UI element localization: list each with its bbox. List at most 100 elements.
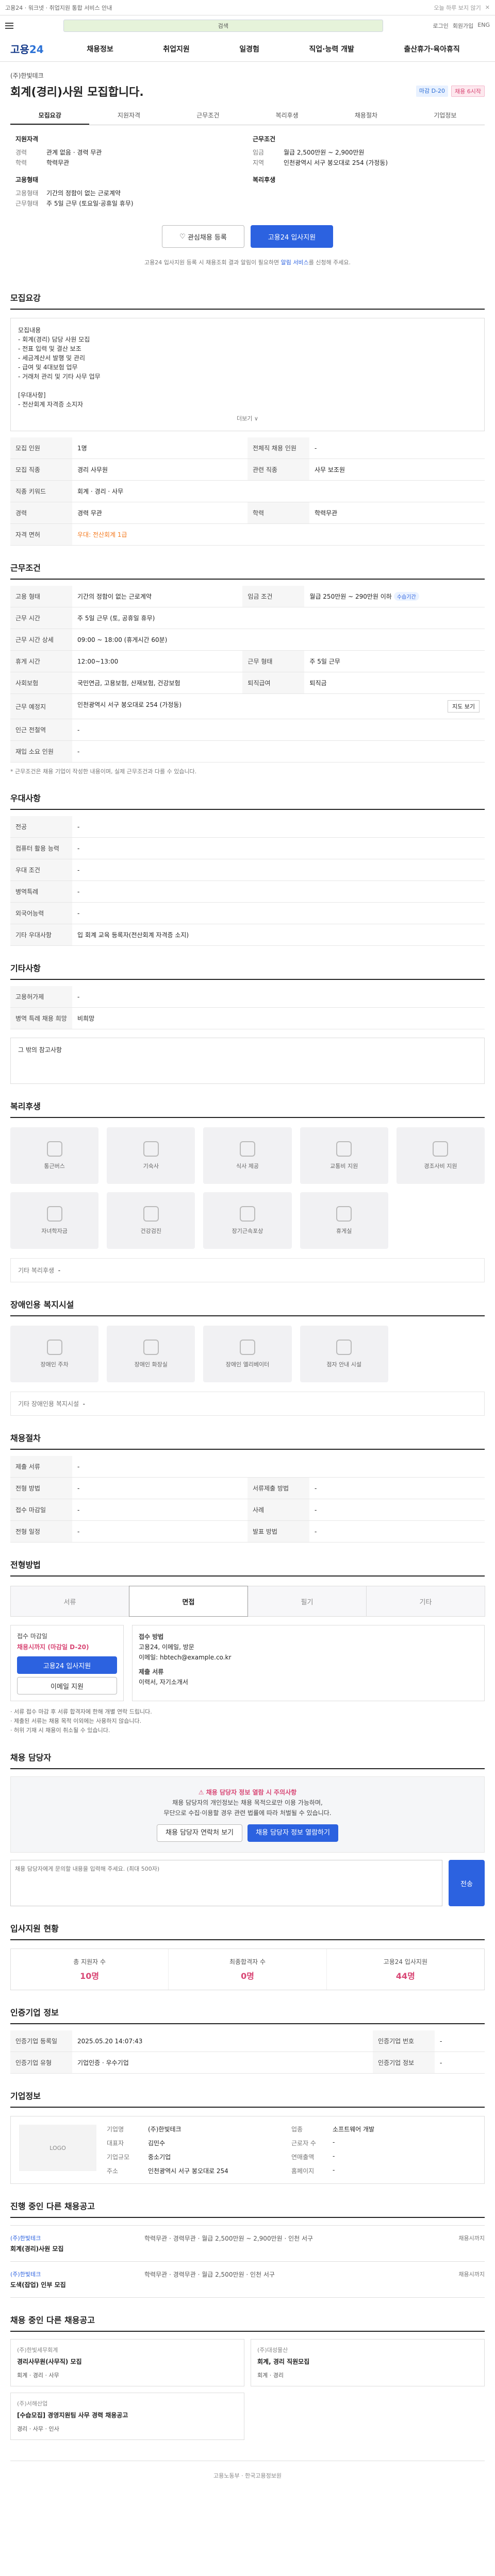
applicant-counts: 총 지원자 수 10명 최종합격자 수 0명 고용24 입사지원 44명 xyxy=(10,1948,485,1990)
recruit-table: 모집 인원 1명 전체직 채용 인원 - 모집 직종 경리 사무원 관련 직종 사무 보조원… xyxy=(10,437,485,546)
apply-button[interactable]: 고용24 입사지원 xyxy=(251,225,333,248)
parking-icon xyxy=(46,1340,62,1355)
welfare-tile: 통근버스 xyxy=(10,1127,99,1184)
welfare-tile: 기숙사 xyxy=(107,1127,195,1184)
job-header: (주)한빛테크 회계(경리)사원 모집합니다. 마감 D-20 채용 6시작 xyxy=(10,62,485,99)
step-other: 기타 xyxy=(366,1586,485,1617)
section-disabled: 장애인용 복지시설 장애인 주차 장애인 화장실 장애인 엘리베이터 점자 안내… xyxy=(10,1298,485,1416)
apply-button-2[interactable]: 고용24 입사지원 xyxy=(17,1656,117,1674)
process-table: 제출 서류 - 전형 방법 - 서류제출 방법 - 접수 마감일 - 사례 - 전형 일정 - 발… xyxy=(10,1456,485,1543)
section-more-jobs: 채용 중인 다른 채용공고 (주)한빛세무회계 경리사무원(사무직) 모집 회계 ·… xyxy=(10,2313,485,2440)
etc-table: 고용허가제 - 병역 특례 채용 희망 비희망 xyxy=(10,986,485,1029)
count-total: 총 지원자 수 10명 xyxy=(11,1949,169,1990)
section-applicants: 입사지원 현황 총 지원자 수 10명 최종합격자 수 0명 고용24 입사지원 44… xyxy=(10,1922,485,1990)
welfare-tile: 경조사비 지원 xyxy=(396,1127,485,1184)
facility-tile: 점자 안내 시설 xyxy=(300,1326,388,1382)
braille-icon xyxy=(336,1340,352,1355)
gnb-item-leave[interactable]: 출산휴가·육아휴직 xyxy=(404,44,459,54)
language-link[interactable]: ENG xyxy=(477,22,490,30)
signup-link[interactable]: 회원가입 xyxy=(453,22,473,30)
gnb-item-training[interactable]: 직업·능력 개발 xyxy=(309,44,354,54)
welfare-tiles: 통근버스 기숙사 식사 제공 교통비 지원 경조사비 지원 자녀학자금 건강검진… xyxy=(10,1127,485,1249)
login-link[interactable]: 로그인 xyxy=(433,22,448,30)
restroom-icon xyxy=(143,1340,159,1355)
welfare-tile: 자녀학자금 xyxy=(10,1192,99,1249)
search-row: 검색 로그인 회원가입 ENG xyxy=(0,15,495,36)
intro-box: 모집내용 - 회계(경리) 담당 사원 모집 - 전표 입력 및 결산 보조 -… xyxy=(10,318,485,431)
company-name[interactable]: (주)한빛테크 xyxy=(10,71,485,80)
send-inquiry-button[interactable]: 전송 xyxy=(449,1860,485,1906)
list-item[interactable]: (주)한빛테크 회계(경리)사원 모집 학력무관 · 경력무관 · 월급 2,50… xyxy=(10,2226,485,2262)
history-table: 인증기업 등록일 2025.05.20 14:07:43 인증기업 번호 - 인증기업… xyxy=(10,2030,485,2074)
dormitory-icon xyxy=(143,1141,159,1157)
tab-company[interactable]: 기업정보 xyxy=(406,107,485,125)
gnb-item-experience[interactable]: 일경험 xyxy=(239,44,259,54)
tab-process[interactable]: 채용절차 xyxy=(326,107,405,125)
facility-tile: 장애인 주차 xyxy=(10,1326,99,1382)
banner-text: 고용24 · 워크넷 · 취업지원 통합 서비스 안내 xyxy=(5,4,112,11)
detail-tabs: 모집요강 지원자격 근무조건 복리후생 채용절차 기업정보 xyxy=(10,107,485,125)
disabled-other: 기타 장애인용 복지시설 - xyxy=(10,1392,485,1416)
section-process: 채용절차 제출 서류 - 전형 방법 - 서류제출 방법 - 접수 마감일 - 사례 - 전형… xyxy=(10,1431,485,1543)
apply-bullets: · 서류 접수 마감 후 서류 합격자에 한해 개별 연락 드립니다. · 제출… xyxy=(10,1708,152,1734)
section-company: 기업정보 LOGO 기업명 (주)한빛테크 업종 소프트웨어 개발 대표자 김민수 근로자… xyxy=(10,2089,485,2184)
transport-icon xyxy=(336,1141,352,1157)
conditions-table: 고용 형태 기간의 정함이 없는 근로계약 임금 조건 월급 250만원 ~ 290만… xyxy=(10,586,485,762)
welfare-tile: 건강검진 xyxy=(107,1192,195,1249)
gnb-menus: 채용정보 취업지원 일경험 직업·능력 개발 출산휴가·육아휴직 xyxy=(62,44,485,54)
heart-icon: ♡ xyxy=(179,232,188,241)
health-icon xyxy=(143,1206,159,1222)
tab-qualify[interactable]: 지원자격 xyxy=(89,107,168,125)
alert-service-link[interactable]: 알림 서비스 xyxy=(281,259,309,266)
section-steps: 전형방법 서류 면접 필기 기타 접수 마감일 채용시까지 (마감일 D-20)… xyxy=(10,1558,485,1735)
close-icon[interactable]: ✕ xyxy=(485,4,490,11)
list-item[interactable]: (주)한빛테크 도색(잡업) 인부 모집 학력무관 · 경력무관 · 월급 2,5… xyxy=(10,2262,485,2298)
apply-right: 접수 방법 고용24, 이메일, 방문 이메일: hbtech@example.… xyxy=(132,1625,485,1701)
tab-recruit[interactable]: 모집요강 xyxy=(10,107,90,125)
welfare-tile: 휴게실 xyxy=(300,1192,388,1249)
welfare-tile: 식사 제공 xyxy=(203,1127,292,1184)
deadline-text: 채용시까지 (마감일 D-20) xyxy=(17,1643,89,1651)
open-contact-button[interactable]: 채용 담당자 정보 열람하기 xyxy=(248,1824,338,1842)
job-card[interactable]: (주)대성물산 회계, 경리 직원모집 회계 · 경리 xyxy=(251,2339,485,2386)
banner-dismiss-today[interactable]: 오늘 하루 보지 않기 xyxy=(434,4,481,12)
tab-welfare[interactable]: 복리후생 xyxy=(248,107,326,125)
bus-icon xyxy=(46,1141,62,1157)
welfare-tile: 교통비 지원 xyxy=(300,1127,388,1184)
company-info: 기업명 (주)한빛테크 업종 소프트웨어 개발 대표자 김민수 근로자 수- 기업규모 중소… xyxy=(107,2126,375,2175)
site-logo[interactable]: 고용24 xyxy=(10,41,62,56)
save-job-button[interactable]: ♡ 관심채용 등록 xyxy=(162,225,244,248)
global-nav: 고용24 채용정보 취업지원 일경험 직업·능력 개발 출산휴가·육아휴직 xyxy=(0,36,495,62)
elevator-icon xyxy=(239,1340,255,1355)
search-input[interactable]: 검색 xyxy=(63,20,383,32)
gnb-item-jobs[interactable]: 채용정보 xyxy=(87,44,113,54)
gift-icon xyxy=(433,1141,449,1157)
other-job-list: (주)한빛테크 회계(경리)사원 모집 학력무관 · 경력무관 · 월급 2,50… xyxy=(10,2225,485,2298)
section-history: 인증기업 정보 인증기업 등록일 2025.05.20 14:07:43 인증기업 … xyxy=(10,2006,485,2074)
warning-icon: ⚠ xyxy=(198,1789,206,1796)
hamburger-menu-icon[interactable] xyxy=(5,23,13,29)
more-button[interactable]: 더보기 ∨ xyxy=(18,414,477,423)
summary-actions: ♡ 관심채용 등록 고용24 입사지원 xyxy=(10,218,485,255)
company-logo: LOGO xyxy=(19,2125,96,2171)
section-qualify: 우대사항 전공 - 컴퓨터 활용 능력 - 우대 조건 - 병역특례 - 외국어능력 - … xyxy=(10,791,485,946)
gnb-item-support[interactable]: 취업지원 xyxy=(163,44,190,54)
etc-box: 그 밖의 참고사항 xyxy=(10,1038,485,1084)
job-card[interactable]: (주)서해산업 [수습모집] 경영지원팀 사무 경력 채용공고 경리 · 사무 · … xyxy=(10,2393,244,2440)
inquiry-textarea[interactable] xyxy=(10,1860,442,1906)
view-contact-button[interactable]: 채용 담당자 연락처 보기 xyxy=(157,1824,243,1842)
job-card[interactable]: (주)한빛세무회계 경리사무원(사무직) 모집 회계 · 경리 · 사무 xyxy=(10,2339,244,2386)
company-box: LOGO 기업명 (주)한빛테크 업종 소프트웨어 개발 대표자 김민수 근로자 수- 기… xyxy=(10,2116,485,2184)
tab-conditions[interactable]: 근무조건 xyxy=(169,107,248,125)
step-interview: 면접 xyxy=(129,1586,248,1617)
count-online: 고용24 입사지원 44명 xyxy=(383,1958,427,1981)
deadline-badge: 마감 D-20 xyxy=(416,86,449,97)
top-banner: 고용24 · 워크넷 · 취업지원 통합 서비스 안내 오늘 하루 보지 않기 … xyxy=(0,0,495,15)
email-apply-button[interactable]: 이메일 지원 xyxy=(17,1677,117,1694)
job-title: 회계(경리)사원 모집합니다. 마감 D-20 채용 6시작 xyxy=(10,83,485,99)
meal-icon xyxy=(239,1141,255,1157)
more-job-cards: (주)한빛세무회계 경리사무원(사무직) 모집 회계 · 경리 · 사무 (주)대성… xyxy=(10,2339,485,2440)
section-contact: 채용 담당자 ⚠ 채용 담당자 정보 열람 시 주의사항 채용 담당자의 개인정… xyxy=(10,1751,485,1906)
util-menu: 로그인 회원가입 ENG xyxy=(433,22,490,30)
map-button[interactable]: 지도 보기 xyxy=(448,700,480,713)
